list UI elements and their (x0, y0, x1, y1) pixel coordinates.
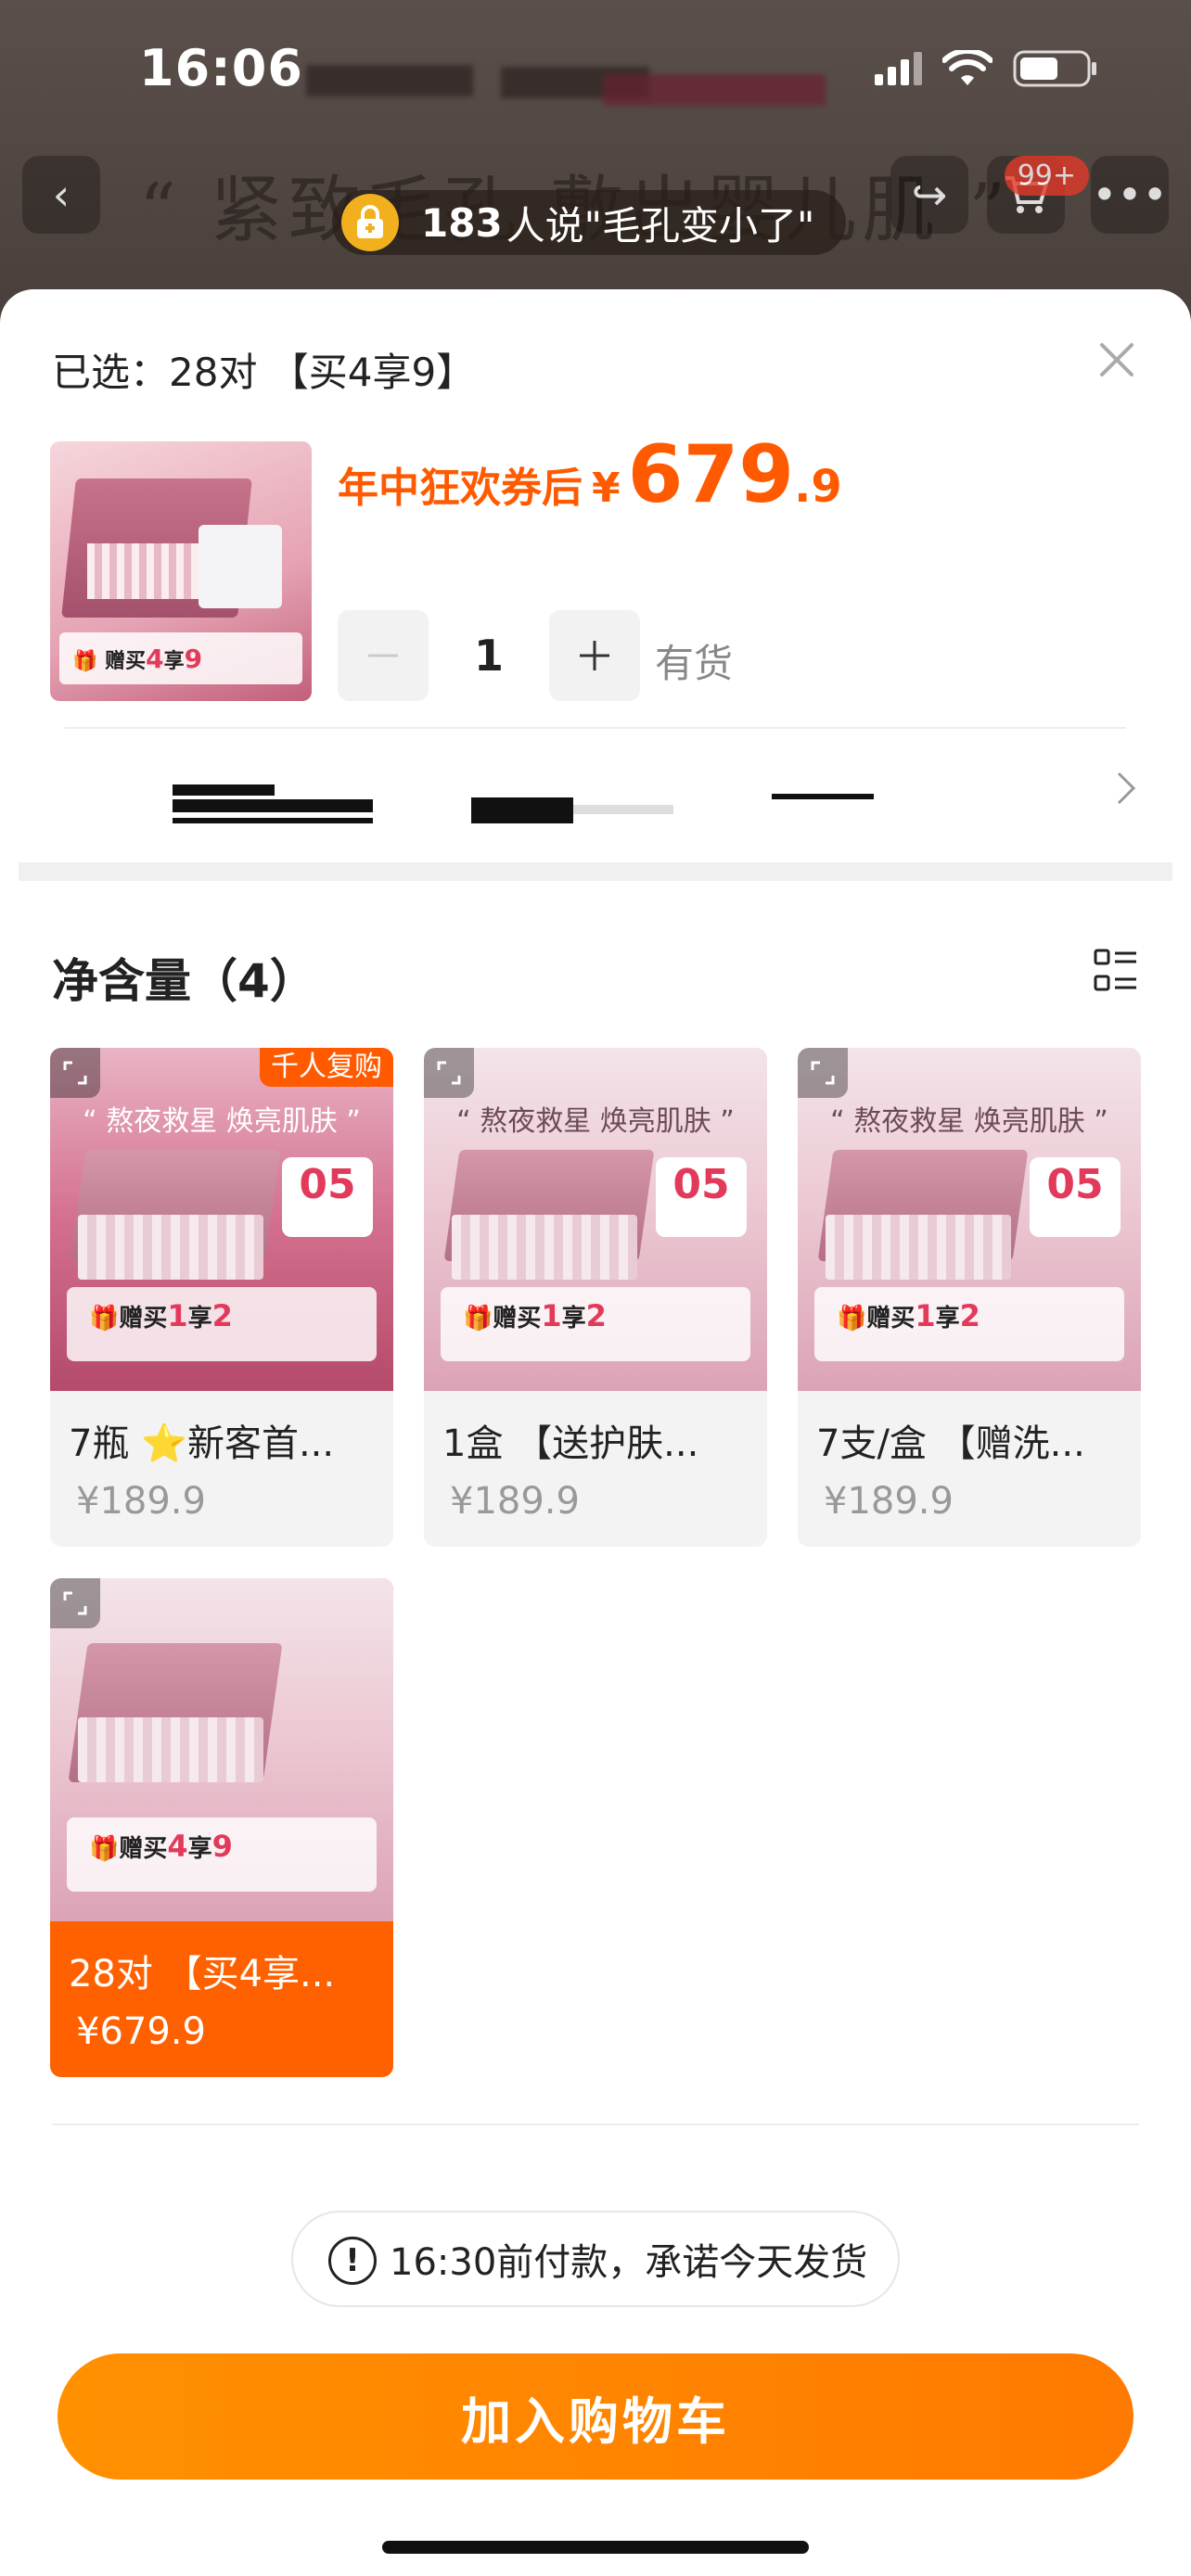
redacted-text (306, 65, 473, 96)
more-button[interactable]: ••• (1091, 156, 1169, 234)
gift-banner: 🎁赠买4享9 (67, 1817, 377, 1892)
list-view-icon[interactable] (1093, 948, 1139, 994)
zoom-icon[interactable] (50, 1578, 100, 1628)
variant-slogan: “ 熬夜救星 焕亮肌肤 ” (83, 1105, 361, 1138)
variant-name: 1盒 【送护肤... (442, 1422, 699, 1465)
variant-image: “ 熬夜救星 焕亮肌肤 ” 05 🎁赠买1享2 (424, 1048, 767, 1391)
section-divider (19, 862, 1172, 881)
add-to-cart-button[interactable]: 加入购物车 (58, 2353, 1133, 2480)
battery-icon (1013, 48, 1098, 89)
back-button[interactable]: ‹ (22, 156, 100, 234)
selected-sku-label: 已选：28对 【买4享9】 (52, 350, 476, 395)
cart-badge: 99+ (1004, 156, 1089, 196)
redacted-tag (173, 799, 373, 812)
section-title: 净含量（4） (52, 954, 316, 1008)
gift-banner: 🎁赠买1享2 (814, 1287, 1124, 1361)
hot-badge: 千人复购 (260, 1048, 393, 1087)
coupon-badge: 05 (1030, 1157, 1121, 1237)
variant-card[interactable]: “ 熬夜救星 焕亮肌肤 ” 05 🎁赠买1享2 1盒 【送护肤... ¥189.… (424, 1048, 767, 1547)
price-label: 年中狂欢券后 (338, 465, 583, 512)
price-line: 年中狂欢券后 ¥ 679 .9 (338, 428, 842, 521)
back-icon: ‹ (52, 170, 70, 220)
gift-banner: 🎁赠买1享2 (67, 1287, 377, 1361)
redacted-tag (471, 797, 573, 823)
lock-icon (341, 194, 399, 251)
quantity-stepper: 1 (338, 610, 640, 701)
decrease-button[interactable] (338, 610, 429, 701)
share-icon: ↪ (911, 170, 948, 220)
shipping-notice-text: 16:30前付款，承诺今天发货 (390, 2241, 868, 2284)
gift-icon: 🎁 (72, 650, 98, 673)
background-product-page: 16:06 ‹ “ 紧致毛孔 敷出婴儿肌 ” ↪ ••• 99+ 183 (0, 0, 1191, 315)
redacted-tag (173, 818, 373, 823)
gift-banner: 🎁赠买1享2 (441, 1287, 750, 1361)
product-thumbnail[interactable]: 🎁 赠买4享9 (50, 441, 312, 701)
status-bar: 16:06 (0, 0, 1191, 139)
price-decimal: .9 (794, 461, 842, 513)
chevron-right-icon[interactable] (1113, 768, 1139, 809)
variant-image: 🎁赠买4享9 (50, 1578, 393, 1921)
status-time: 16:06 (139, 39, 303, 97)
gift-icon: 🎁 (89, 1305, 120, 1333)
alert-icon: ! (328, 2237, 377, 2285)
divider (52, 2123, 1139, 2125)
quantity-value[interactable]: 1 (429, 631, 549, 681)
variant-card[interactable]: “ 熬夜救星 焕亮肌肤 ” 05 🎁赠买1享2 7支/盒 【赠洗... ¥189… (798, 1048, 1141, 1547)
signal-icon (875, 52, 922, 85)
variant-price: ¥189.9 (824, 1480, 954, 1523)
status-icons (875, 48, 1098, 89)
shipping-notice: ! 16:30前付款，承诺今天发货 (291, 2211, 900, 2307)
more-icon: ••• (1092, 170, 1168, 220)
redacted-tag (573, 805, 673, 814)
redacted-text (603, 74, 826, 106)
reviews-count: 183 (421, 199, 503, 246)
redacted-tag (173, 784, 275, 796)
coupon-badge: 05 (282, 1157, 373, 1237)
variant-card[interactable]: “ 熬夜救星 焕亮肌肤 ” 05 🎁赠买1享2 千人复购 7瓶 ⭐新客首... … (50, 1048, 393, 1547)
sku-selection-sheet: 已选：28对 【买4享9】 🎁 赠买4享9 年中狂欢券后 ¥ 679 .9 1 … (0, 289, 1191, 2576)
variant-name: 7瓶 ⭐新客首... (69, 1422, 335, 1465)
gift-icon: 🎁 (837, 1305, 867, 1333)
minus-icon (368, 654, 398, 657)
variant-price: ¥189.9 (76, 1480, 206, 1523)
variant-slogan: “ 熬夜救星 焕亮肌肤 ” (456, 1105, 735, 1138)
variant-slogan: “ 熬夜救星 焕亮肌肤 ” (830, 1105, 1108, 1138)
redacted-tag (772, 794, 874, 799)
zoom-icon[interactable] (50, 1048, 100, 1098)
promo-tag-row[interactable] (0, 731, 1191, 842)
zoom-icon[interactable] (424, 1048, 474, 1098)
close-icon[interactable] (1095, 338, 1139, 382)
home-indicator (382, 2541, 809, 2554)
thumbnail-gift-banner: 🎁 赠买4享9 (59, 632, 302, 684)
coupon-badge: 05 (656, 1157, 747, 1237)
variant-image: “ 熬夜救星 焕亮肌肤 ” 05 🎁赠买1享2 (798, 1048, 1141, 1391)
gift-icon: 🎁 (89, 1835, 120, 1863)
variant-price: ¥189.9 (450, 1480, 580, 1523)
variant-price: ¥679.9 (76, 2010, 206, 2053)
reviews-text: 人说"毛孔变小了" (506, 202, 815, 249)
variant-name: 7支/盒 【赠洗... (816, 1422, 1085, 1465)
plus-icon (580, 641, 609, 670)
variant-card-selected[interactable]: 🎁赠买4享9 28对 【买4享... ¥679.9 (50, 1578, 393, 2077)
zoom-icon[interactable] (798, 1048, 848, 1098)
price-integer: 679 (627, 428, 795, 521)
variant-image: “ 熬夜救星 焕亮肌肤 ” 05 🎁赠买1享2 (50, 1048, 393, 1391)
increase-button[interactable] (549, 610, 640, 701)
share-button[interactable]: ↪ (890, 156, 968, 234)
wifi-icon (942, 50, 992, 87)
variant-name: 28对 【买4享... (69, 1953, 336, 1996)
reviews-pill[interactable]: 183 人说"毛孔变小了" (332, 190, 847, 255)
price-currency: ¥ (592, 465, 621, 512)
divider (65, 727, 1126, 729)
stock-status: 有货 (655, 641, 734, 686)
gift-icon: 🎁 (463, 1305, 493, 1333)
